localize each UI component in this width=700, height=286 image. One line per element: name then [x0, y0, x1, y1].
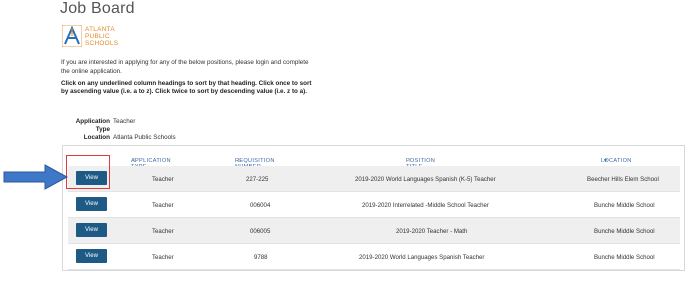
intro-text: If you are interested in applying for an… — [61, 59, 309, 75]
filter-value: Teacher — [113, 118, 136, 125]
cell-requisition-number: 006004 — [250, 202, 271, 209]
logo-line-2: PUBLIC — [85, 32, 110, 40]
highlight-box — [66, 155, 110, 189]
cell-location: Bunche Middle School — [594, 202, 655, 209]
cell-application-type: Teacher — [152, 176, 174, 183]
job-listings-table: APPLICATION TYPE⇕ REQUISITION NUMBER⇕ PO… — [62, 145, 685, 271]
sort-desc-icon: ▼ — [603, 158, 609, 164]
filter-location: Location Atlanta Public Schools — [61, 134, 176, 142]
table-row: View Teacher 9788 2019-2020 World Langua… — [68, 244, 680, 270]
cell-position-title: 2019-2020 Interrelated -Middle School Te… — [362, 202, 489, 209]
sort-icon: ⇕ — [133, 158, 138, 164]
cell-requisition-number: 227-225 — [246, 176, 269, 183]
filter-key: Location — [83, 134, 110, 141]
atlanta-public-schools-logo: ATLANTA PUBLIC SCHOOLS — [61, 24, 119, 48]
sort-icon: ⇕ — [408, 158, 413, 164]
logo-line-1: ATLANTA — [85, 25, 115, 33]
sort-help-text: Click on any underlined column headings … — [61, 80, 312, 96]
sort-icon: ⇕ — [237, 158, 242, 164]
cell-application-type: Teacher — [152, 228, 174, 235]
cell-requisition-number: 006005 — [250, 228, 271, 235]
cell-location: Bunche Middle School — [594, 254, 655, 261]
cell-location: Bunche Middle School — [594, 228, 655, 235]
view-button[interactable]: View — [76, 197, 107, 211]
applied-filters: Application Type Teacher Location Atlant… — [61, 118, 176, 142]
filter-application-type: Application Type Teacher — [61, 118, 176, 134]
cell-application-type: Teacher — [152, 254, 174, 261]
cell-requisition-number: 9788 — [254, 254, 268, 261]
view-button[interactable]: View — [76, 249, 107, 263]
table-header: APPLICATION TYPE⇕ REQUISITION NUMBER⇕ PO… — [131, 158, 632, 170]
logo-a-icon — [61, 24, 83, 48]
cell-position-title: 2019-2020 World Languages Spanish (K-5) … — [355, 176, 496, 183]
table-row: View Teacher 006005 2019-2020 Teacher - … — [68, 218, 680, 244]
cell-position-title: 2019-2020 Teacher - Math — [396, 228, 468, 235]
arrow-icon — [3, 164, 69, 190]
filter-value: Atlanta Public Schools — [113, 134, 176, 141]
logo-line-3: SCHOOLS — [85, 39, 119, 47]
cell-position-title: 2019-2020 World Languages Spanish Teache… — [359, 254, 485, 261]
cell-application-type: Teacher — [152, 202, 174, 209]
table-row: View Teacher 227-225 2019-2020 World Lan… — [68, 166, 680, 192]
filter-key: Application Type — [75, 118, 110, 133]
cell-location: Beecher Hills Elem School — [587, 176, 659, 183]
view-button[interactable]: View — [76, 223, 107, 237]
page-title: Job Board — [60, 0, 135, 17]
table-row: View Teacher 006004 2019-2020 Interrelat… — [68, 192, 680, 218]
